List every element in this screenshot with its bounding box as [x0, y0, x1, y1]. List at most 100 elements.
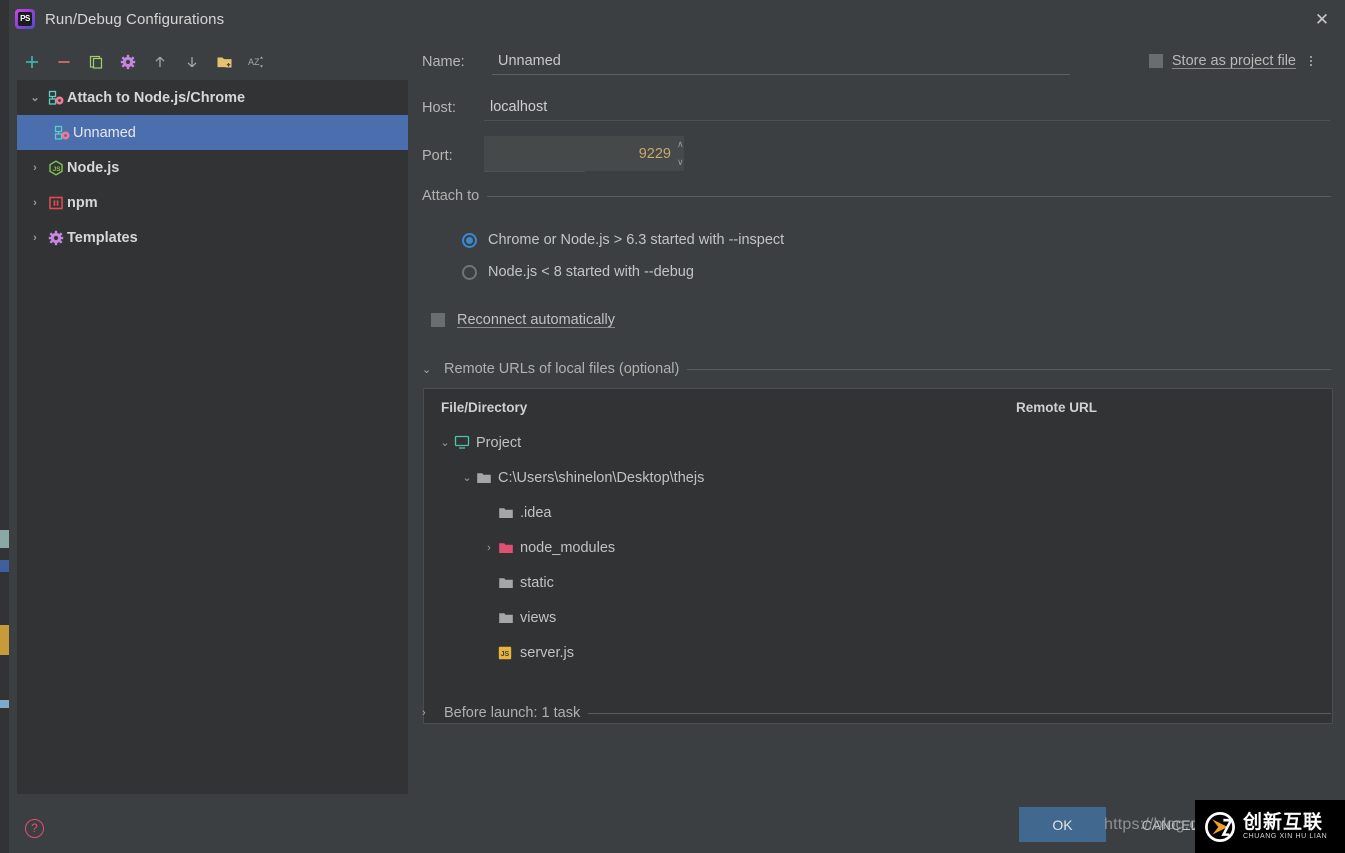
name-label: Name:: [422, 54, 465, 70]
tree-item-attach-to-node-chrome[interactable]: ⌄ Attach to Node.js/Chrome: [17, 80, 408, 115]
logo-watermark: 创新互联 CHUANG XIN HU LIAN: [1195, 800, 1345, 853]
folder-icon: [498, 506, 520, 520]
host-input[interactable]: [484, 93, 1330, 121]
url-watermark: https://blog.cs: [1104, 816, 1206, 834]
radio-label: Chrome or Node.js > 6.3 started with --i…: [488, 232, 784, 248]
configuration-editor: Name: Store as project file Host: Port: …: [422, 44, 1331, 793]
chevron-right-icon[interactable]: ›: [480, 542, 498, 554]
help-button[interactable]: ?: [25, 819, 44, 838]
add-configuration-button[interactable]: [17, 49, 47, 75]
javascript-file-icon: JS: [498, 646, 520, 660]
port-input[interactable]: [484, 136, 677, 171]
store-as-project-file-label: Store as project file: [1172, 53, 1296, 69]
close-icon[interactable]: ✕: [1299, 0, 1345, 38]
tree-item-npm[interactable]: › npm: [17, 185, 408, 220]
table-row[interactable]: ⌄ C:\Users\shinelon\Desktop\thejs: [424, 460, 1332, 495]
spinner-up-icon[interactable]: ∧: [677, 136, 684, 154]
table-row[interactable]: › node_modules: [424, 530, 1332, 565]
table-row[interactable]: static: [424, 565, 1332, 600]
attach-to-radio-group: Chrome or Node.js > 6.3 started with --i…: [462, 224, 784, 288]
column-header-file-directory: File/Directory: [424, 400, 1016, 415]
background-ide-strip: [0, 0, 9, 853]
chevron-right-icon[interactable]: ›: [25, 197, 45, 209]
phpstorm-icon: PS: [15, 9, 35, 29]
store-as-project-file-checkbox[interactable]: [1149, 54, 1163, 68]
page-title: Run/Debug Configurations: [45, 11, 224, 28]
attach-node-chrome-icon: [51, 125, 73, 141]
gear-icon[interactable]: [113, 49, 143, 75]
table-row[interactable]: views: [424, 600, 1332, 635]
remote-urls-table[interactable]: File/Directory Remote URL ⌄ Project ⌄ C:…: [423, 388, 1333, 724]
table-row[interactable]: ⌄ Project: [424, 425, 1332, 460]
svg-text:JS: JS: [53, 165, 62, 172]
nodejs-icon: JS: [45, 160, 67, 176]
table-row[interactable]: .idea: [424, 495, 1332, 530]
folder-excluded-icon: [498, 541, 520, 555]
tree-item-unnamed[interactable]: Unnamed: [17, 115, 408, 150]
remote-urls-section-title: Remote URLs of local files (optional): [444, 361, 679, 377]
new-folder-button[interactable]: [209, 49, 239, 75]
attach-to-section-title: Attach to: [422, 188, 479, 204]
attach-node-chrome-icon: [45, 90, 67, 106]
copy-configuration-button[interactable]: [81, 49, 111, 75]
name-input[interactable]: [492, 48, 1070, 75]
monitor-icon: [454, 435, 476, 450]
reconnect-automatically-control[interactable]: Reconnect automatically: [431, 312, 615, 328]
table-cell-file: .idea: [520, 505, 551, 521]
chevron-down-icon[interactable]: ⌄: [422, 363, 436, 376]
tree-item-label: Attach to Node.js/Chrome: [67, 90, 245, 106]
remote-urls-section-header[interactable]: ⌄ Remote URLs of local files (optional): [422, 361, 1331, 377]
svg-text:JS: JS: [501, 651, 510, 658]
folder-icon: [498, 576, 520, 590]
section-divider: [687, 369, 1331, 370]
before-launch-section-header[interactable]: › Before launch: 1 task: [422, 705, 1331, 721]
tree-item-label: npm: [67, 195, 98, 211]
radio-label: Node.js < 8 started with --debug: [488, 264, 694, 280]
title-bar: PS Run/Debug Configurations ✕: [9, 0, 1345, 38]
reconnect-automatically-label: Reconnect automatically: [457, 312, 615, 328]
ok-button[interactable]: OK: [1019, 807, 1106, 842]
table-cell-file: Project: [476, 435, 521, 451]
chevron-down-icon[interactable]: ⌄: [458, 471, 476, 484]
sort-alphabetically-button[interactable]: AZ: [241, 49, 271, 75]
section-divider: [588, 713, 1331, 714]
chevron-right-icon[interactable]: ›: [25, 162, 45, 174]
move-down-button[interactable]: [177, 49, 207, 75]
tree-item-label: Templates: [67, 230, 138, 246]
spinner-down-icon[interactable]: ∨: [677, 154, 684, 172]
tree-item-nodejs[interactable]: › JS Node.js: [17, 150, 408, 185]
chevron-down-icon[interactable]: ⌄: [436, 436, 454, 449]
reconnect-automatically-checkbox[interactable]: [431, 313, 445, 327]
chuangxin-logo-icon: [1203, 810, 1237, 844]
folder-icon: [476, 471, 498, 485]
host-row: Host:: [422, 90, 1331, 128]
tree-item-templates[interactable]: › Templates: [17, 220, 408, 255]
attach-to-section-header: Attach to: [422, 188, 1331, 204]
section-divider: [487, 196, 1331, 197]
run-debug-configurations-dialog: PS Run/Debug Configurations ✕ AZ: [0, 0, 1345, 853]
svg-text:AZ: AZ: [248, 57, 260, 67]
radio-icon-selected[interactable]: [462, 233, 477, 248]
configurations-tree[interactable]: ⌄ Attach to Node.js/Chrome Unnamed › JS …: [17, 80, 408, 794]
radio-icon-unselected[interactable]: [462, 265, 477, 280]
port-label: Port:: [422, 148, 453, 164]
table-cell-file: node_modules: [520, 540, 615, 556]
radio-option-node-debug[interactable]: Node.js < 8 started with --debug: [462, 256, 784, 288]
move-up-button[interactable]: [145, 49, 175, 75]
port-spinner[interactable]: ∧ ∨: [677, 136, 684, 171]
npm-icon: [45, 195, 67, 211]
port-stepper[interactable]: ∧ ∨: [484, 136, 585, 172]
logo-chinese-text: 创新互联: [1243, 813, 1327, 833]
table-row[interactable]: JS server.js: [424, 635, 1332, 670]
chevron-down-icon[interactable]: ⌄: [25, 91, 45, 104]
remove-configuration-button[interactable]: [49, 49, 79, 75]
chevron-right-icon[interactable]: ›: [422, 707, 436, 719]
tree-item-label: Unnamed: [73, 125, 136, 141]
radio-option-chrome-inspect[interactable]: Chrome or Node.js > 6.3 started with --i…: [462, 224, 784, 256]
store-as-project-file-control[interactable]: Store as project file: [1149, 52, 1317, 70]
logo-pinyin-text: CHUANG XIN HU LIAN: [1243, 833, 1327, 840]
more-options-icon[interactable]: [1305, 52, 1317, 70]
table-header-row: File/Directory Remote URL: [424, 389, 1332, 425]
table-cell-file: server.js: [520, 645, 574, 661]
chevron-right-icon[interactable]: ›: [25, 232, 45, 244]
